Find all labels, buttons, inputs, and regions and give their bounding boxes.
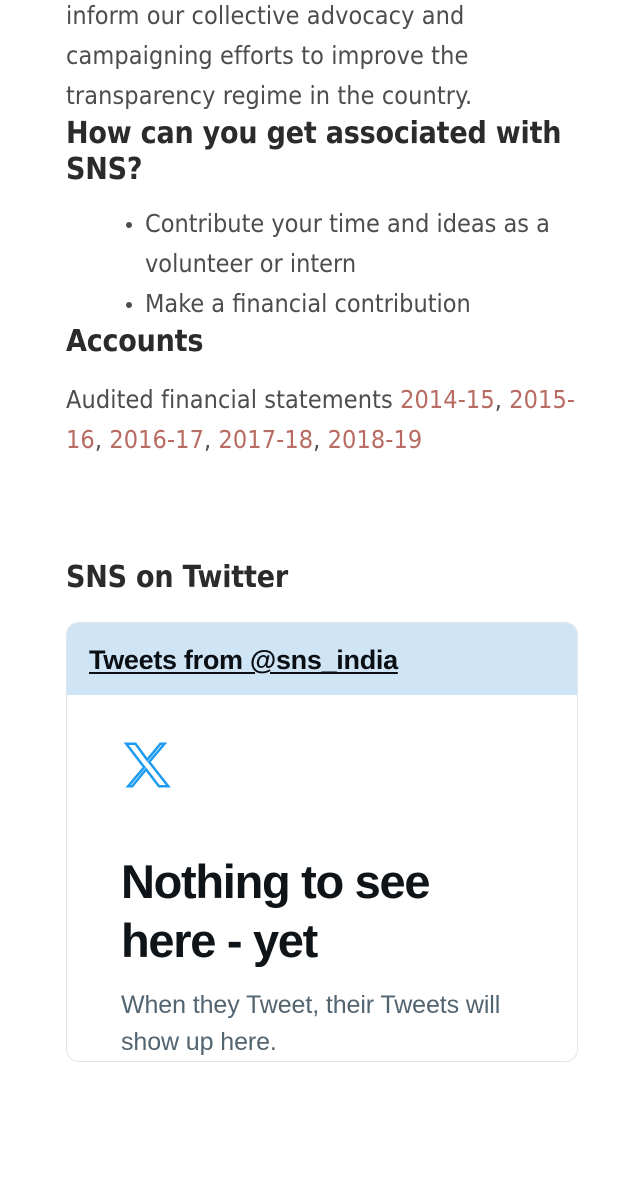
twitter-widget-header: Tweets from @sns_india bbox=[67, 623, 577, 695]
twitter-timeline-widget: Tweets from @sns_india Nothing to see he… bbox=[66, 622, 578, 1062]
separator: , bbox=[203, 425, 219, 454]
heading-get-associated: How can you get associated with SNS? bbox=[66, 116, 562, 187]
heading-sns-on-twitter: SNS on Twitter bbox=[66, 560, 288, 595]
intro-paragraph: inform our collective advocacy and campa… bbox=[66, 1, 473, 110]
empty-state-subtitle: When they Tweet, their Tweets will show … bbox=[121, 991, 501, 1056]
accounts-paragraph: Audited financial statements 2014-15, 20… bbox=[66, 380, 578, 460]
tweets-from-link[interactable]: Tweets from @sns_india bbox=[89, 645, 398, 675]
associate-bullet-list: Contribute your time and ideas as a volu… bbox=[66, 204, 578, 324]
article-content: inform our collective advocacy and campa… bbox=[66, 0, 578, 1062]
empty-state-title: Nothing to see here - yet bbox=[121, 855, 430, 967]
account-link-2018-19[interactable]: 2018-19 bbox=[328, 425, 423, 454]
account-link-2017-18[interactable]: 2017-18 bbox=[218, 425, 313, 454]
list-item: Make a financial contribution bbox=[66, 284, 578, 324]
separator: , bbox=[494, 385, 510, 414]
page-root: inform our collective advocacy and campa… bbox=[0, 0, 644, 1200]
account-link-2016-17[interactable]: 2016-17 bbox=[109, 425, 204, 454]
sns-twitter-section: SNS on Twitter Tweets from @sns_india No… bbox=[66, 560, 578, 1062]
accounts-intro-text: Audited financial statements bbox=[66, 385, 401, 414]
account-link-2014-15[interactable]: 2014-15 bbox=[400, 385, 495, 414]
list-item: Contribute your time and ideas as a volu… bbox=[66, 204, 578, 284]
heading-accounts: Accounts bbox=[66, 324, 204, 359]
twitter-widget-body: Nothing to see here - yet When they Twee… bbox=[67, 695, 577, 1061]
separator: , bbox=[94, 425, 110, 454]
x-twitter-icon bbox=[123, 742, 171, 788]
separator: , bbox=[313, 425, 328, 454]
